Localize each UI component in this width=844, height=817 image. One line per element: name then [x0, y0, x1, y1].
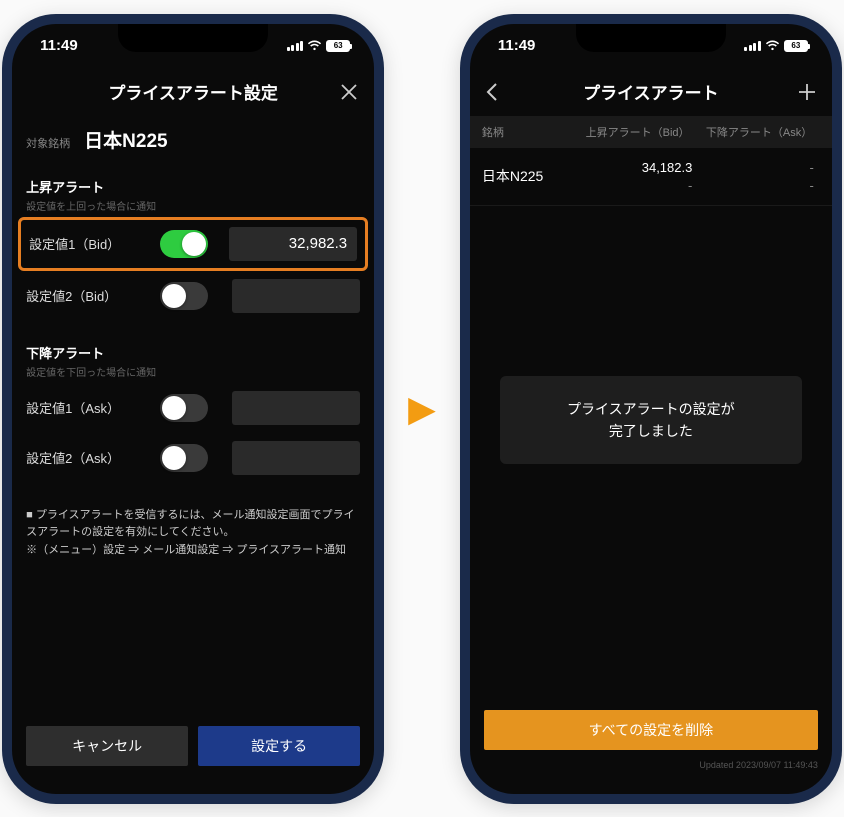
bottom-bar: キャンセル 設定する	[12, 716, 374, 794]
alert-row-ask2: 設定値2（Ask）	[12, 433, 374, 483]
page-title: プライスアラート	[583, 79, 719, 104]
bid1: 34,182.3	[642, 160, 693, 175]
note-line1: プライスアラートを受信するには、メール通知設定画面でプライスアラートの設定を有効…	[26, 507, 360, 542]
row-label: 設定値1（Ask）	[26, 398, 136, 417]
section-up-header: 上昇アラート 設定値を上回った場合に通知	[12, 167, 374, 217]
status-time: 11:49	[498, 37, 536, 54]
toast: プライスアラートの設定が 完了しました	[500, 376, 802, 465]
content-left: 対象銘柄 日本N225 上昇アラート 設定値を上回った場合に通知 設定値1（Bi…	[12, 116, 374, 794]
section-down-sub: 設定値を下回った場合に通知	[26, 364, 360, 379]
close-icon[interactable]	[324, 68, 374, 116]
col-symbol: 銘柄	[482, 124, 577, 140]
updated-text: Updated 2023/09/07 11:49:43	[470, 756, 832, 794]
alert-row-bid2: 設定値2（Bid）	[12, 271, 374, 321]
battery-icon: 63	[784, 40, 808, 52]
screen-left: 11:49 63 プライスアラート設定 対象銘柄 日本N225 上昇アラート 設…	[12, 24, 374, 794]
wifi-icon	[307, 40, 322, 51]
col-bid: 上昇アラート（Bid）	[577, 124, 699, 140]
cancel-button[interactable]: キャンセル	[26, 726, 188, 766]
screen-right: 11:49 63 プライスアラート 銘柄 上昇アラート（Bid） 下降アラート（…	[470, 24, 832, 794]
value-input-bid1[interactable]: 32,982.3	[229, 227, 357, 261]
phone-frame-right: 11:49 63 プライスアラート 銘柄 上昇アラート（Bid） 下降アラート（…	[460, 14, 842, 804]
row-label: 設定値2（Ask）	[26, 448, 136, 467]
note-block: プライスアラートを受信するには、メール通知設定画面でプライスアラートの設定を有効…	[26, 507, 360, 560]
symbol-row: 対象銘柄 日本N225	[12, 116, 374, 167]
row-label: 設定値2（Bid）	[26, 286, 136, 305]
header: プライスアラート	[470, 68, 832, 116]
symbol-label: 対象銘柄	[26, 135, 70, 151]
toast-text: プライスアラートの設定が 完了しました	[567, 401, 735, 439]
ask1: -	[810, 160, 814, 175]
bid2: -	[688, 178, 692, 193]
add-icon[interactable]	[782, 68, 832, 116]
notch	[118, 24, 268, 52]
ask2: -	[810, 178, 814, 193]
back-icon[interactable]	[470, 68, 514, 116]
toggle-ask1[interactable]	[160, 394, 208, 422]
content-right: 銘柄 上昇アラート（Bid） 下降アラート（Ask） 日本N225 34,182…	[470, 116, 832, 794]
value-input-bid2[interactable]	[232, 279, 360, 313]
table-row[interactable]: 日本N225 34,182.3 - - -	[470, 148, 832, 206]
arrow-icon: ▶	[408, 388, 436, 430]
section-up-sub: 設定値を上回った場合に通知	[26, 198, 360, 213]
status-indicators: 63	[744, 40, 808, 52]
row-ask: - -	[698, 160, 820, 193]
section-down-title: 下降アラート	[26, 343, 360, 362]
value-input-ask1[interactable]	[232, 391, 360, 425]
signal-icon	[744, 40, 761, 51]
notch	[576, 24, 726, 52]
alert-row-ask1: 設定値1（Ask）	[12, 383, 374, 433]
section-up-title: 上昇アラート	[26, 177, 360, 196]
wifi-icon	[765, 40, 780, 51]
toggle-bid1[interactable]	[160, 230, 208, 258]
status-time: 11:49	[40, 37, 78, 54]
row-symbol: 日本N225	[482, 166, 577, 186]
signal-icon	[287, 40, 304, 51]
battery-icon: 63	[326, 40, 350, 52]
toggle-bid2[interactable]	[160, 282, 208, 310]
phone-frame-left: 11:49 63 プライスアラート設定 対象銘柄 日本N225 上昇アラート 設…	[2, 14, 384, 804]
toggle-ask2[interactable]	[160, 444, 208, 472]
symbol-name: 日本N225	[84, 126, 167, 153]
page-title: プライスアラート設定	[108, 79, 278, 104]
status-indicators: 63	[287, 40, 351, 52]
row-label: 設定値1（Bid）	[29, 234, 139, 253]
alert-row-bid1: 設定値1（Bid） 32,982.3	[18, 217, 368, 271]
row-bid: 34,182.3 -	[577, 160, 699, 193]
header: プライスアラート設定	[12, 68, 374, 116]
value-input-ask2[interactable]	[232, 441, 360, 475]
table-header: 銘柄 上昇アラート（Bid） 下降アラート（Ask）	[470, 116, 832, 148]
delete-all-button[interactable]: すべての設定を削除	[484, 710, 818, 750]
note-line2: ※（メニュー）設定 ⇒ メール通知設定 ⇒ プライスアラート通知	[26, 542, 360, 560]
col-ask: 下降アラート（Ask）	[698, 124, 820, 140]
submit-button[interactable]: 設定する	[198, 726, 360, 766]
section-down-header: 下降アラート 設定値を下回った場合に通知	[12, 333, 374, 383]
